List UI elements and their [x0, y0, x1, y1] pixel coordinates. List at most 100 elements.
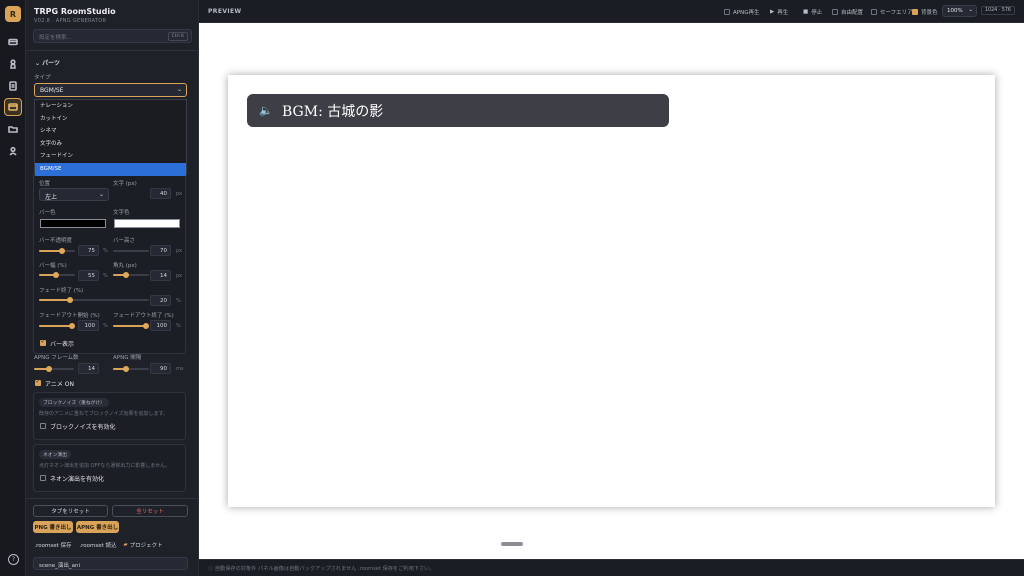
zoom-select[interactable]: 100% ⌄: [942, 5, 977, 17]
apng-play-toggle[interactable]: APNG再生: [724, 8, 759, 16]
document-icon[interactable]: [4, 77, 22, 95]
help-icon[interactable]: ?: [8, 554, 19, 565]
radius-slider[interactable]: [113, 272, 149, 278]
type-option-selected[interactable]: BGM/SE: [35, 162, 186, 176]
fadeoutend-slider[interactable]: [113, 323, 149, 329]
fadeend-input[interactable]: 20: [150, 295, 171, 306]
reset-tab-button[interactable]: タブをリセット: [33, 505, 108, 517]
app-subtitle: V02.8 · APNG GENERATOR: [34, 18, 107, 24]
type-label: タイプ: [34, 75, 51, 81]
text-color-swatch[interactable]: [114, 219, 180, 228]
card-icon[interactable]: [4, 33, 22, 51]
interval-input[interactable]: 90: [150, 363, 171, 374]
interval-unit: ms: [176, 366, 184, 372]
interval-slider[interactable]: [113, 366, 149, 372]
opacity-label: バー不透明度: [39, 238, 73, 244]
checkbox-icon: [832, 9, 838, 15]
play-label: 再生: [777, 10, 789, 16]
type-option[interactable]: フェードイン: [35, 150, 186, 163]
checkbox-icon: [912, 9, 918, 15]
load-roomset-button[interactable]: .roomset 読込: [78, 539, 118, 551]
neon-checkbox[interactable]: [40, 475, 46, 481]
bg-toggle[interactable]: 背景色: [912, 8, 938, 16]
user-icon[interactable]: [4, 142, 22, 160]
fadeoutstart-label: フェードアウト開始 (%): [39, 313, 100, 319]
project-button[interactable]: ▰ プロジェクト: [122, 539, 164, 551]
type-select[interactable]: BGM/SE ⌄: [34, 83, 187, 97]
blocknoise-checkbox[interactable]: [40, 423, 46, 429]
preview-title: PREVIEW: [208, 8, 242, 15]
opacity-input[interactable]: 75: [78, 245, 99, 256]
width-slider[interactable]: [39, 272, 75, 278]
width-label: バー幅 (%): [39, 263, 67, 269]
auto-layout-toggle[interactable]: 自由配置: [832, 8, 863, 16]
type-option[interactable]: カットイン: [35, 113, 186, 126]
bar-show-checkbox[interactable]: [40, 338, 46, 346]
preview-toolbar: PREVIEW APNG再生 ▶ 再生 ■ 停止 自由配置 セーフエリア 背景色 1…: [199, 0, 1024, 23]
opacity-unit: %: [103, 248, 108, 254]
fadeend-slider[interactable]: [39, 297, 149, 303]
chevron-down-icon: ⌄: [968, 7, 973, 13]
save-roomset-button[interactable]: .roomset 保存: [33, 539, 73, 551]
chevron-down-icon: ⌄: [176, 86, 182, 93]
pawn-icon[interactable]: [4, 55, 22, 73]
stop-icon: ■: [803, 9, 809, 15]
fadeoutstart-input[interactable]: 100: [78, 320, 99, 331]
fadeoutstart-unit: %: [103, 323, 108, 329]
play-button[interactable]: ▶ 再生: [770, 8, 788, 16]
anime-on-checkbox[interactable]: [35, 378, 41, 386]
stop-button[interactable]: ■ 停止: [803, 8, 822, 16]
height-label: バー高さ: [113, 238, 136, 244]
neon-pill: ネオン演出: [39, 450, 71, 459]
fadeoutend-label: フェードアウト終了 (%): [113, 313, 174, 319]
fontsize-input[interactable]: 40: [150, 188, 171, 199]
settings-search-input[interactable]: 設定を検索... Ctrl K: [33, 29, 192, 43]
resize-handle[interactable]: [501, 542, 523, 546]
fadeend-unit: %: [176, 298, 181, 304]
neon-checkbox-label: ネオン演出を有効化: [50, 476, 105, 483]
preview-canvas[interactable]: 🔈 BGM: 古城の影: [228, 75, 995, 507]
zoom-value: 100%: [947, 8, 963, 14]
chevron-down-icon: ⌄: [35, 60, 41, 67]
bg-label: 背景色: [921, 10, 938, 16]
radius-input[interactable]: 14: [150, 270, 171, 281]
bar-show-label: バー表示: [50, 341, 75, 348]
layout-icon[interactable]: [4, 98, 22, 116]
neon-desc: 点灯ネオン演出を追加 OFFなら通常出力に影響しません。: [39, 463, 171, 469]
height-input[interactable]: 70: [150, 245, 171, 256]
textcolor-label: 文字色: [113, 210, 130, 216]
preview-area: 🔈 BGM: 古城の影: [199, 23, 1024, 559]
type-dropdown-list: ナレーション カットイン シネマ 文字のみ フェードイン BGM/SE: [34, 99, 187, 176]
parts-section-header[interactable]: ⌄ パーツ: [35, 58, 60, 67]
height-slider[interactable]: [113, 250, 149, 252]
safe-area-toggle[interactable]: セーフエリア: [871, 8, 913, 16]
fadeoutend-input[interactable]: 100: [150, 320, 171, 331]
play-icon: ▶: [770, 9, 775, 15]
png-export-button[interactable]: PNG 書き出し: [33, 521, 73, 533]
status-text: ⓘ 自動保存の対象外 パネル画像は自動バックアップされません .roomset …: [208, 566, 435, 572]
resolution-badge: 1024 · 576: [981, 6, 1015, 15]
reset-all-button[interactable]: 全リセット: [112, 505, 188, 517]
radius-unit: px: [176, 273, 183, 279]
frames-input[interactable]: 14: [78, 363, 99, 374]
apng-export-button[interactable]: APNG 書き出し: [76, 521, 119, 533]
fontsize-unit: px: [176, 191, 183, 197]
folder-icon[interactable]: [4, 120, 22, 138]
bgm-bar[interactable]: 🔈 BGM: 古城の影: [247, 94, 669, 127]
position-select[interactable]: 左上 ⌄: [39, 188, 109, 201]
fadeend-label: フェード終了 (%): [39, 288, 84, 294]
bar-color-swatch[interactable]: [40, 219, 106, 228]
fadeoutstart-slider[interactable]: [39, 323, 75, 329]
type-option[interactable]: 文字のみ: [35, 138, 186, 151]
filename-input[interactable]: scene_演出_ani: [33, 557, 188, 570]
type-option[interactable]: ナレーション: [35, 100, 186, 113]
divider: [26, 498, 198, 499]
opacity-slider[interactable]: [39, 248, 75, 254]
type-option[interactable]: シネマ: [35, 125, 186, 138]
frames-slider[interactable]: [34, 366, 74, 372]
blocknoise-pill: ブロックノイズ（重ねがけ）: [39, 398, 109, 407]
radius-label: 角丸 (px): [113, 263, 137, 269]
width-unit: %: [103, 273, 108, 279]
width-input[interactable]: 55: [78, 270, 99, 281]
blocknoise-desc: 既存のアニメに重ねてブロックノイズ効果を追加します。: [39, 411, 168, 417]
